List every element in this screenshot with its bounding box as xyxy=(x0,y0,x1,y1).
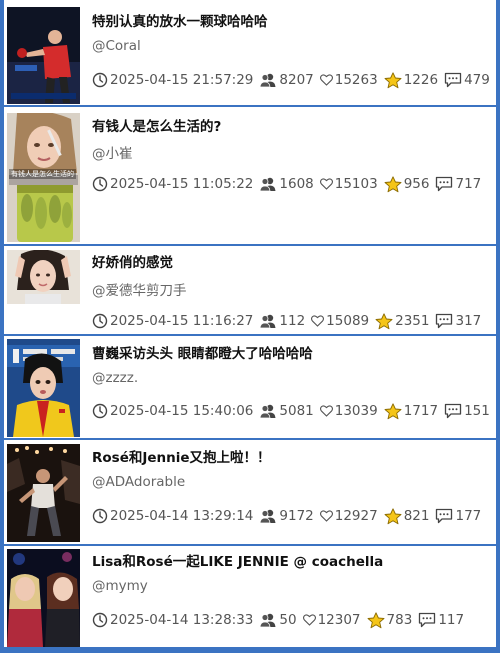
video-card[interactable]: 有钱人是怎么生活的 有钱人是怎么生活的? @小崔 2025-04-15 11:0… xyxy=(4,107,496,246)
heart-icon[interactable] xyxy=(302,614,316,626)
video-title[interactable]: 好娇俏的感觉 xyxy=(92,251,492,271)
star-icon[interactable] xyxy=(367,611,385,629)
star-icon[interactable] xyxy=(384,175,402,193)
comment-icon[interactable] xyxy=(418,612,436,628)
clock-icon xyxy=(92,403,108,419)
video-card[interactable]: 曹巍采访头头 眼睛都瞪大了哈哈哈哈 @zzzz. 2025-04-15 15:4… xyxy=(4,336,496,440)
fans-count: 50 xyxy=(279,612,297,628)
fans-count: 5081 xyxy=(279,403,314,419)
comment-icon[interactable] xyxy=(435,508,453,524)
people-icon xyxy=(259,612,277,628)
video-thumbnail[interactable] xyxy=(7,549,80,647)
video-title[interactable]: 曹巍采访头头 眼睛都瞪大了哈哈哈哈 xyxy=(92,342,492,362)
likes-count: 13039 xyxy=(334,403,378,419)
stars-count: 1226 xyxy=(403,72,439,88)
author-name[interactable]: @mymy xyxy=(92,578,148,594)
video-card[interactable]: 特别认真的放水一颗球哈哈哈 @Coral 2025-04-15 21:57:29… xyxy=(4,0,496,107)
likes-count: 15089 xyxy=(326,313,370,329)
star-icon[interactable] xyxy=(384,402,402,420)
stars-count: 783 xyxy=(386,612,413,628)
clock-icon xyxy=(92,176,108,192)
video-thumbnail[interactable] xyxy=(7,339,80,437)
fans-count: 1608 xyxy=(279,176,314,192)
people-icon xyxy=(259,72,277,88)
publish-time: 2025-04-15 15:40:06 xyxy=(110,403,254,419)
video-card[interactable]: Rosé和Jennie又抱上啦！！ @ADAdorable 2025-04-14… xyxy=(4,440,496,546)
publish-time: 2025-04-14 13:29:14 xyxy=(110,508,254,524)
author-name[interactable]: @Coral xyxy=(92,38,141,54)
people-icon xyxy=(259,176,277,192)
fans-count: 9172 xyxy=(279,508,314,524)
author-name[interactable]: @ADAdorable xyxy=(92,474,185,490)
clock-icon xyxy=(92,72,108,88)
video-stats: 2025-04-14 13:29:14 9172 12927 821 177 xyxy=(92,506,487,526)
star-icon[interactable] xyxy=(384,507,402,525)
comments-count: 317 xyxy=(455,313,482,329)
video-title[interactable]: 特别认真的放水一颗球哈哈哈 xyxy=(92,10,492,30)
publish-time: 2025-04-15 11:16:27 xyxy=(110,313,254,329)
heart-icon[interactable] xyxy=(311,315,325,327)
video-stats: 2025-04-15 11:16:27 112 15089 2351 317 xyxy=(92,311,487,331)
author-name[interactable]: @小崔 xyxy=(92,142,133,162)
likes-count: 15103 xyxy=(334,176,378,192)
publish-time: 2025-04-15 21:57:29 xyxy=(110,72,254,88)
video-stats: 2025-04-14 13:28:33 50 12307 783 117 xyxy=(92,610,470,630)
video-thumbnail[interactable] xyxy=(7,250,80,304)
comment-icon[interactable] xyxy=(435,176,453,192)
comments-count: 479 xyxy=(464,72,490,88)
heart-icon[interactable] xyxy=(319,74,333,86)
video-stats: 2025-04-15 21:57:29 8207 15263 1226 479 xyxy=(92,70,496,90)
video-thumbnail[interactable]: 有钱人是怎么生活的 xyxy=(7,113,80,242)
likes-count: 12927 xyxy=(334,508,378,524)
clock-icon xyxy=(92,508,108,524)
stars-count: 2351 xyxy=(395,313,430,329)
publish-time: 2025-04-15 11:05:22 xyxy=(110,176,254,192)
star-icon[interactable] xyxy=(384,71,402,89)
heart-icon[interactable] xyxy=(319,510,333,522)
fans-count: 112 xyxy=(279,313,306,329)
stars-count: 1717 xyxy=(403,403,439,419)
fans-count: 8207 xyxy=(279,72,314,88)
video-card[interactable]: 好娇俏的感觉 @爱德华剪刀手 2025-04-15 11:16:27 112 1… xyxy=(4,246,496,336)
people-icon xyxy=(259,403,277,419)
video-card[interactable]: Lisa和Rosé一起LIKE JENNIE @ coachella @mymy… xyxy=(4,546,496,649)
video-title[interactable]: 有钱人是怎么生活的? xyxy=(92,115,492,135)
heart-icon[interactable] xyxy=(319,405,333,417)
likes-count: 15263 xyxy=(334,72,378,88)
heart-icon[interactable] xyxy=(319,178,333,190)
comments-count: 177 xyxy=(455,508,482,524)
people-icon xyxy=(259,313,277,329)
video-title[interactable]: Lisa和Rosé一起LIKE JENNIE @ coachella xyxy=(92,550,492,570)
video-title[interactable]: Rosé和Jennie又抱上啦！！ xyxy=(92,446,492,466)
video-stats: 2025-04-15 11:05:22 1608 15103 956 717 xyxy=(92,174,487,194)
comments-count: 151 xyxy=(464,403,490,419)
video-feed: 特别认真的放水一颗球哈哈哈 @Coral 2025-04-15 21:57:29… xyxy=(4,0,496,649)
clock-icon xyxy=(92,313,108,329)
publish-time: 2025-04-14 13:28:33 xyxy=(110,612,254,628)
thumbnail-caption: 有钱人是怎么生活的 xyxy=(9,169,76,179)
video-thumbnail[interactable] xyxy=(7,444,80,542)
stars-count: 821 xyxy=(403,508,430,524)
star-icon[interactable] xyxy=(375,312,393,330)
author-name[interactable]: @爱德华剪刀手 xyxy=(92,279,187,299)
author-name[interactable]: @zzzz. xyxy=(92,370,138,386)
video-stats: 2025-04-15 15:40:06 5081 13039 1717 151 xyxy=(92,401,496,421)
comments-count: 117 xyxy=(438,612,465,628)
comment-icon[interactable] xyxy=(444,72,462,88)
people-icon xyxy=(259,508,277,524)
likes-count: 12307 xyxy=(317,612,361,628)
comment-icon[interactable] xyxy=(444,403,462,419)
video-thumbnail[interactable] xyxy=(7,7,80,104)
comment-icon[interactable] xyxy=(435,313,453,329)
clock-icon xyxy=(92,612,108,628)
comments-count: 717 xyxy=(455,176,482,192)
stars-count: 956 xyxy=(403,176,430,192)
